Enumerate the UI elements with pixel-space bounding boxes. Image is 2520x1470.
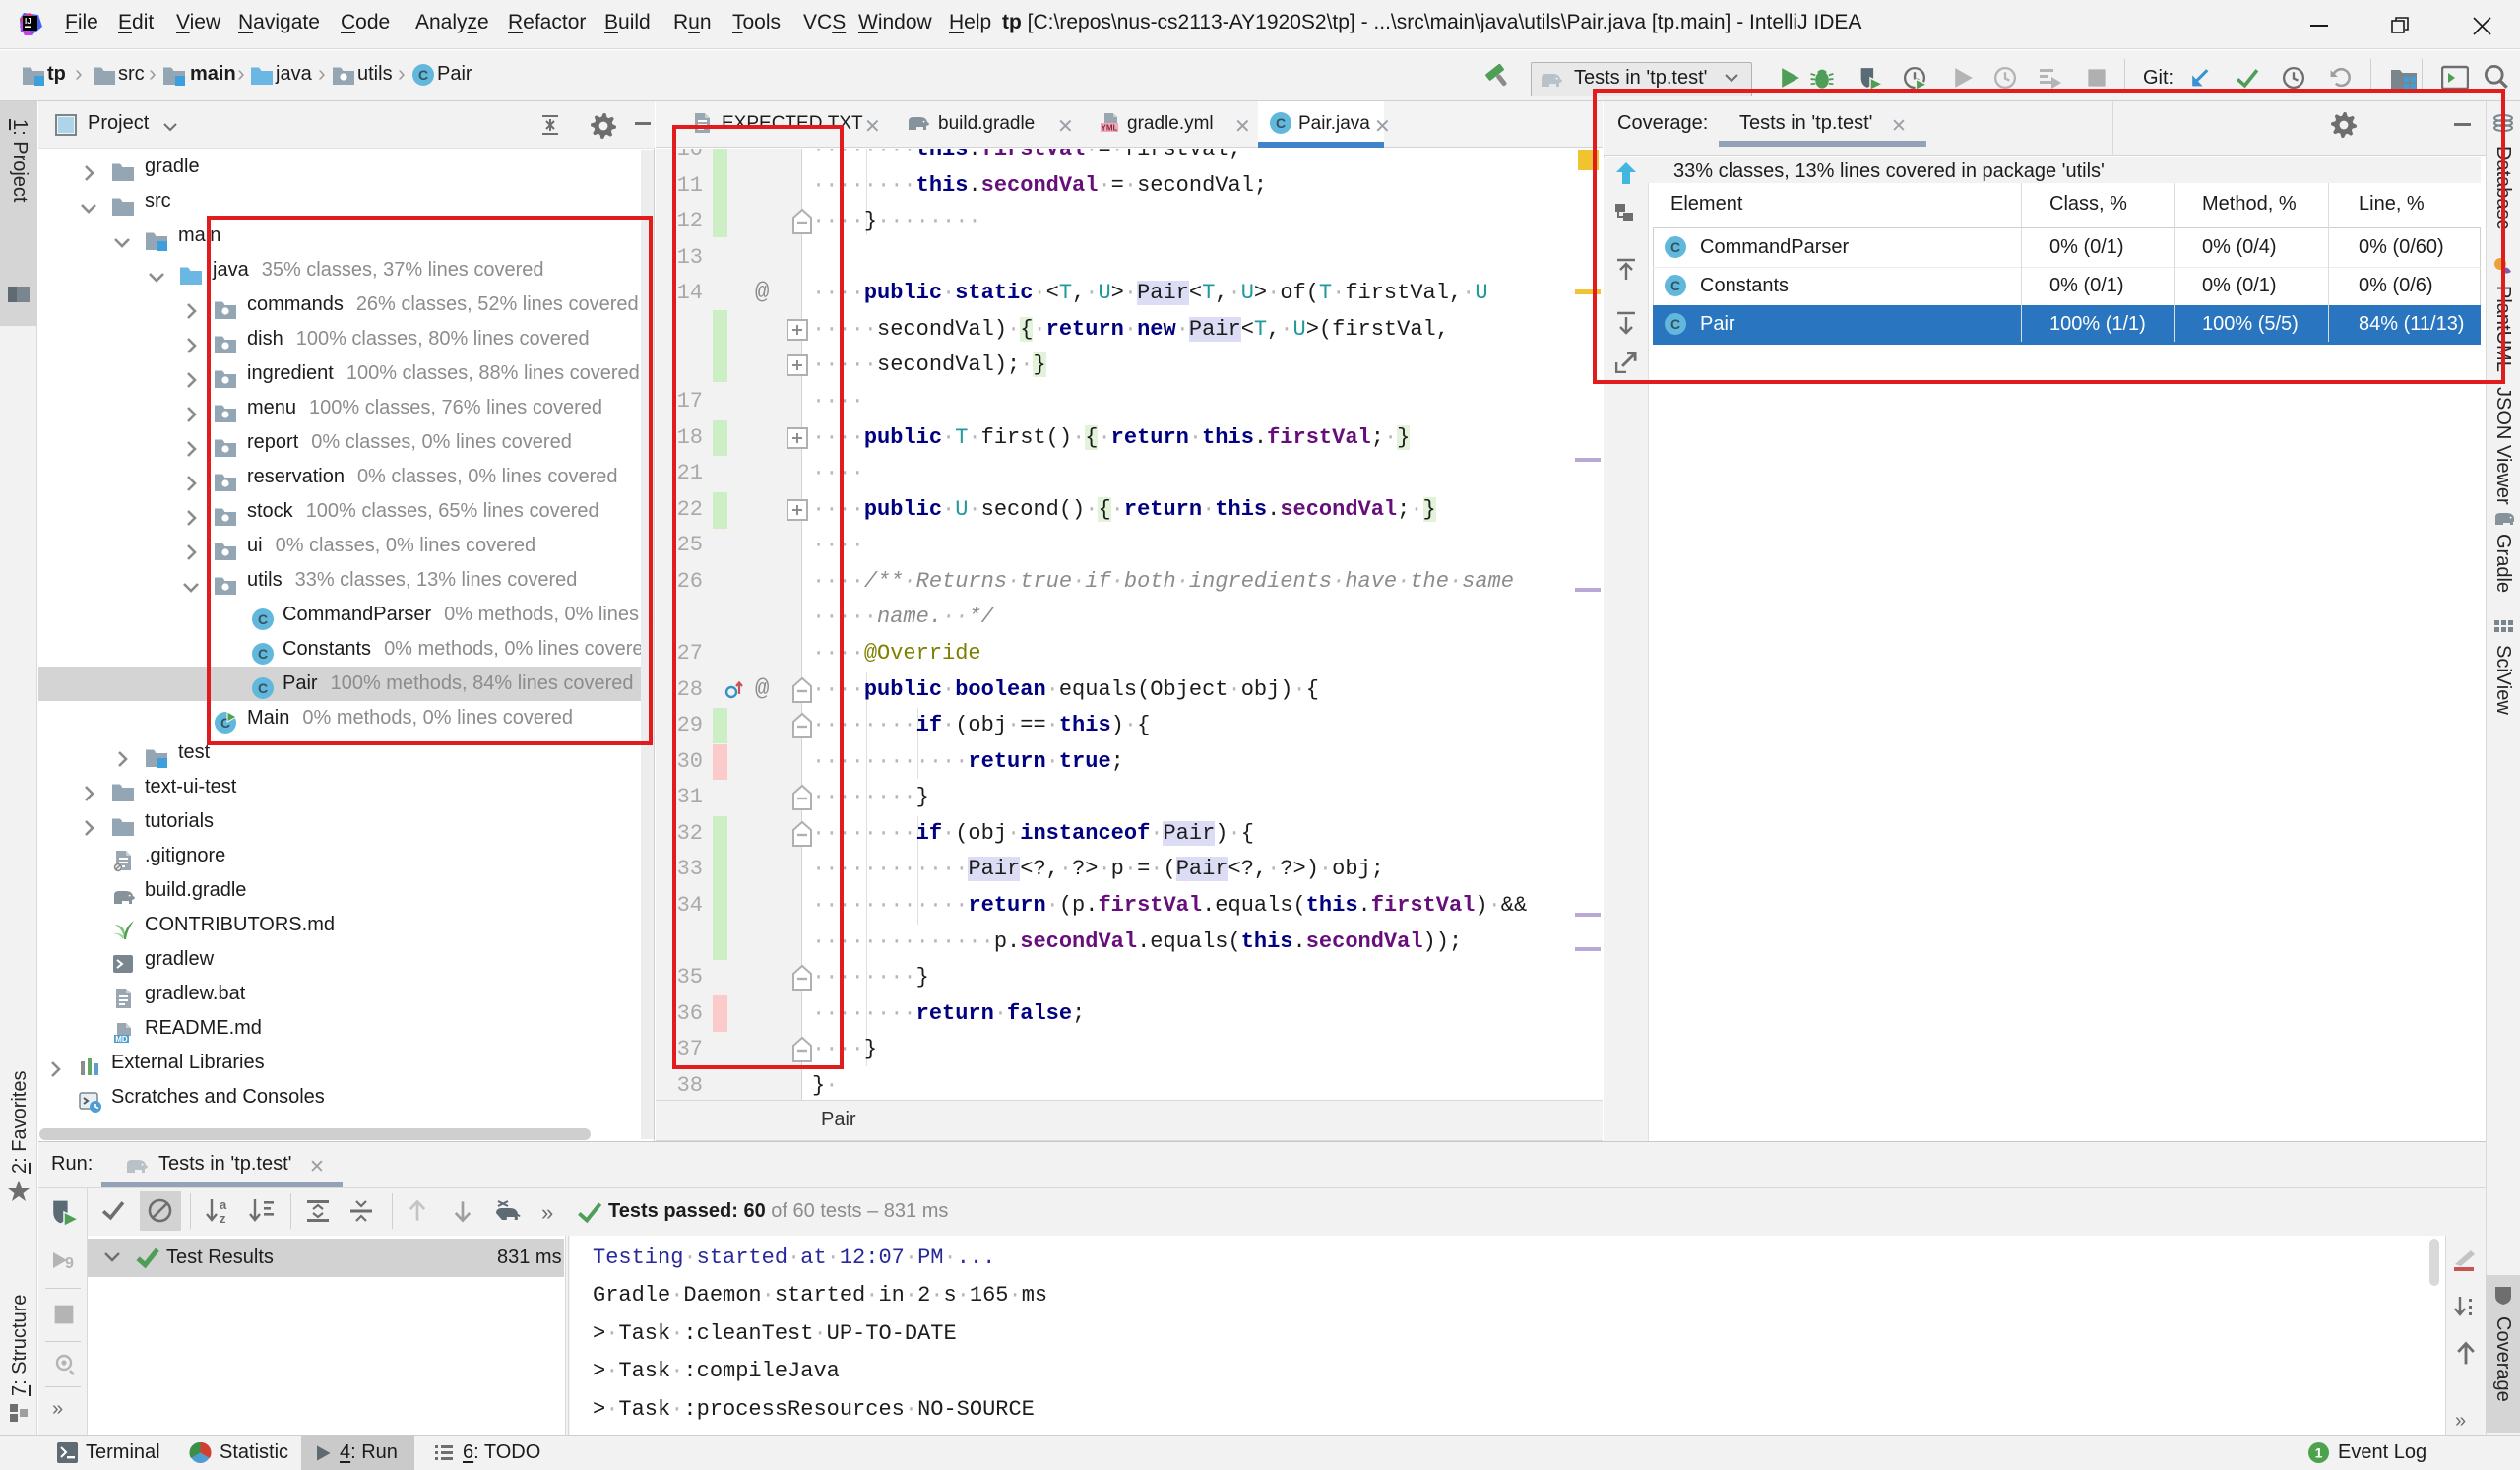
svg-text:1: 1 [2315, 1445, 2323, 1461]
svg-text:C: C [418, 67, 428, 83]
svg-text:YML: YML [1102, 124, 1118, 133]
svg-text:MD: MD [115, 1035, 128, 1044]
svg-text:9: 9 [65, 1255, 74, 1272]
svg-text:z: z [220, 1211, 226, 1225]
svg-text:a: a [220, 1197, 227, 1212]
svg-text:IJ: IJ [25, 17, 32, 26]
svg-text:C: C [1276, 115, 1286, 131]
